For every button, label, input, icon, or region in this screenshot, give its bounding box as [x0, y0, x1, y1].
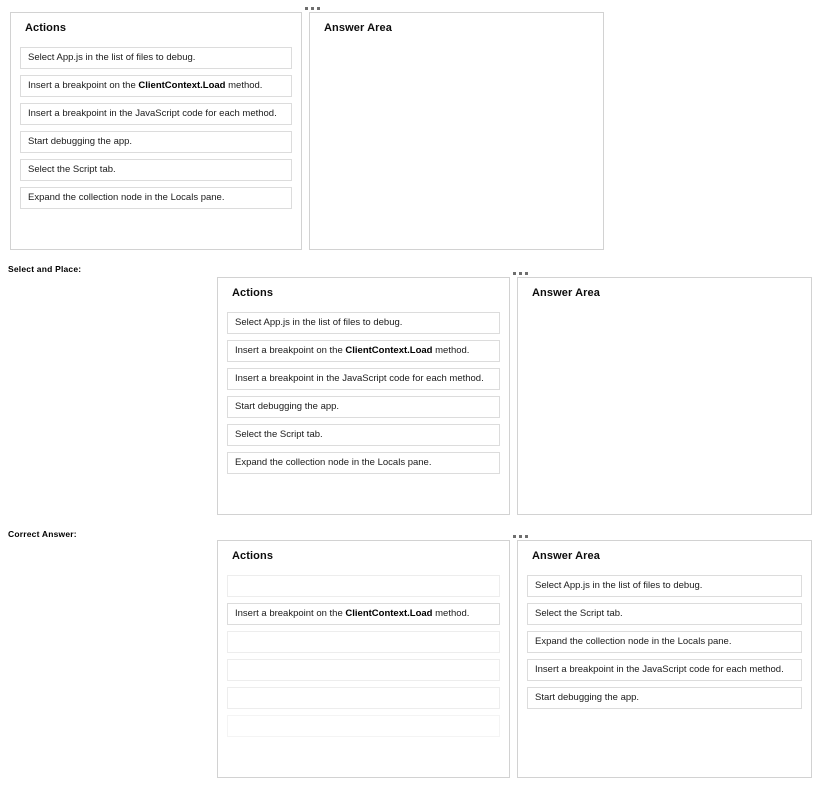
action-item[interactable]: Select the Script tab. [227, 424, 500, 446]
action-item[interactable]: Start debugging the app. [527, 687, 802, 709]
action-item[interactable]: Select App.js in the list of files to de… [20, 47, 292, 69]
action-item[interactable]: Start debugging the app. [20, 131, 292, 153]
actions-panel: Actions Select App.js in the list of fil… [10, 12, 302, 250]
correct-answer-label: Correct Answer: [8, 529, 77, 539]
select-and-place-group: Select and Place: Actions Select App.js … [0, 258, 826, 523]
action-item-emphasis: ClientContext.Load [345, 345, 433, 356]
action-item[interactable]: Start debugging the app. [227, 396, 500, 418]
actions-item-list: Insert a breakpoint on the ClientContext… [227, 575, 500, 743]
answer-area-item-list: Select App.js in the list of files to de… [527, 575, 802, 715]
drop-slot-empty[interactable] [227, 659, 500, 681]
ellipsis-dots-icon [513, 272, 528, 275]
actions-item-list: Select App.js in the list of files to de… [20, 47, 292, 215]
panel-title-answer-area: Answer Area [532, 287, 600, 299]
select-and-place-label: Select and Place: [8, 264, 82, 274]
ellipsis-dots-icon [513, 535, 528, 538]
action-item[interactable]: Select App.js in the list of files to de… [527, 575, 802, 597]
action-item[interactable]: Insert a breakpoint in the JavaScript co… [527, 659, 802, 681]
panel-title-answer-area: Answer Area [532, 550, 600, 562]
action-item[interactable]: Select the Script tab. [527, 603, 802, 625]
drop-slot-empty[interactable] [227, 575, 500, 597]
answer-area-panel: Answer Area Select App.js in the list of… [517, 540, 812, 778]
ellipsis-dots-icon [305, 7, 320, 10]
answer-area-panel: Answer Area [309, 12, 604, 250]
action-item[interactable]: Insert a breakpoint on the ClientContext… [20, 75, 292, 97]
action-item[interactable]: Select the Script tab. [20, 159, 292, 181]
action-item-emphasis: ClientContext.Load [345, 608, 433, 619]
action-item[interactable]: Insert a breakpoint on the ClientContext… [227, 340, 500, 362]
drop-slot-empty[interactable] [227, 631, 500, 653]
action-item[interactable]: Expand the collection node in the Locals… [527, 631, 802, 653]
action-item-emphasis: ClientContext.Load [138, 80, 226, 91]
actions-panel: Actions Insert a breakpoint on the Clien… [217, 540, 510, 778]
actions-panel: Actions Select App.js in the list of fil… [217, 277, 510, 515]
question-preview-group: Actions Select App.js in the list of fil… [0, 0, 826, 258]
action-item[interactable]: Select App.js in the list of files to de… [227, 312, 500, 334]
drop-slot-empty[interactable] [227, 715, 500, 737]
action-item[interactable]: Insert a breakpoint in the JavaScript co… [227, 368, 500, 390]
drop-slot-empty[interactable] [227, 687, 500, 709]
action-item[interactable]: Expand the collection node in the Locals… [20, 187, 292, 209]
panel-title-actions: Actions [232, 287, 274, 299]
panel-title-answer-area: Answer Area [324, 22, 392, 34]
action-item[interactable]: Expand the collection node in the Locals… [227, 452, 500, 474]
panel-title-actions: Actions [232, 550, 274, 562]
correct-answer-group: Correct Answer: Actions Insert a breakpo… [0, 523, 826, 800]
answer-area-panel: Answer Area [517, 277, 812, 515]
action-item[interactable]: Insert a breakpoint on the ClientContext… [227, 603, 500, 625]
actions-item-list: Select App.js in the list of files to de… [227, 312, 500, 480]
action-item[interactable]: Insert a breakpoint in the JavaScript co… [20, 103, 292, 125]
panel-title-actions: Actions [25, 22, 67, 34]
